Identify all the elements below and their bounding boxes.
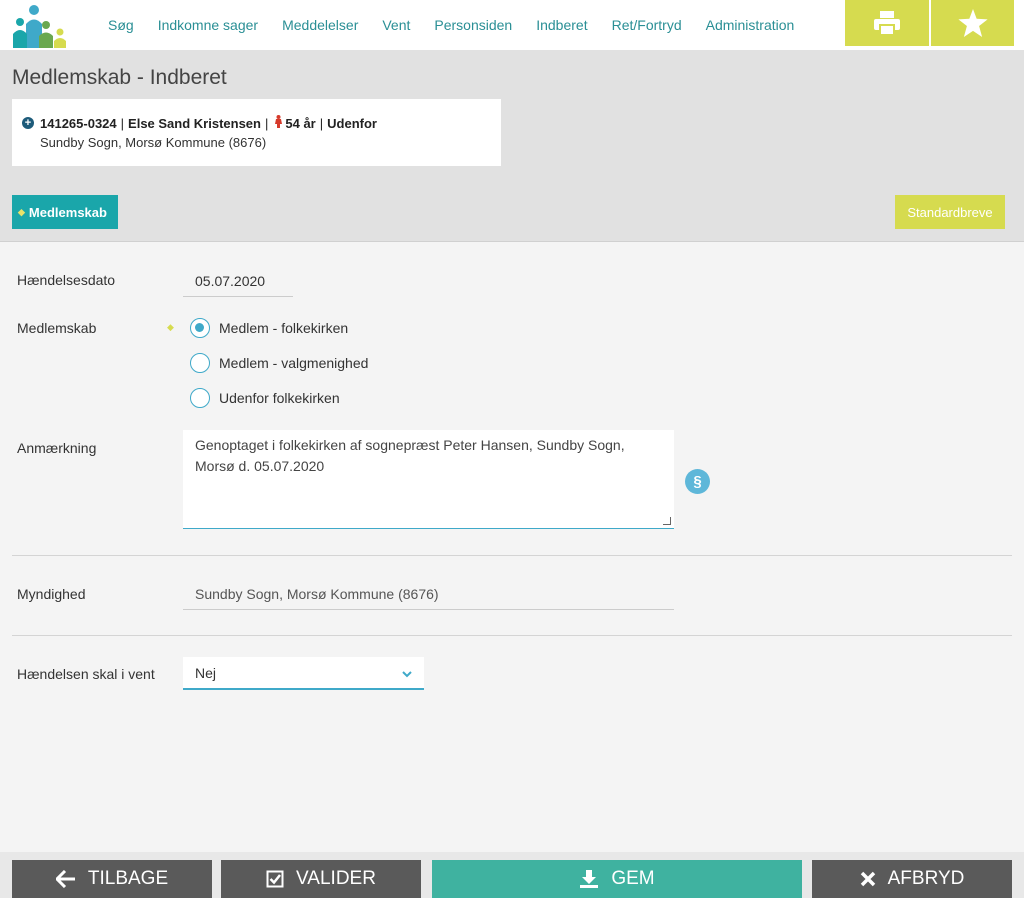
nav-item-ret-fortryd[interactable]: Ret/Fortryd <box>612 17 682 33</box>
radio-button[interactable] <box>190 353 210 373</box>
divider <box>12 635 1012 636</box>
back-button[interactable]: TILBAGE <box>12 860 212 898</box>
person-name: Else Sand Kristensen <box>128 115 261 131</box>
tab-medlemskab[interactable]: ◆ Medlemskab <box>12 195 118 229</box>
top-navigation-bar: Søg Indkomne sager Meddelelser Vent Pers… <box>0 0 1024 50</box>
download-icon <box>580 870 599 888</box>
standardbreve-button[interactable]: Standardbreve <box>895 195 1005 229</box>
person-status: Udenfor <box>327 115 377 131</box>
required-diamond-icon: ◆ <box>18 206 25 217</box>
app-logo[interactable] <box>10 4 68 48</box>
radio-medlem-valgmenighed[interactable]: Medlem - valgmenighed <box>190 353 368 373</box>
membership-label: Medlemskab <box>17 320 97 336</box>
chevron-down-icon <box>402 665 412 681</box>
checkbox-icon <box>266 870 284 888</box>
nav-item-indberet[interactable]: Indberet <box>536 17 587 33</box>
authority-field: Sundby Sogn, Morsø Kommune (8676) <box>183 580 674 610</box>
save-button[interactable]: GEM <box>432 860 802 898</box>
arrow-left-icon <box>55 870 75 888</box>
nav-item-personsiden[interactable]: Personsiden <box>434 17 512 33</box>
close-icon <box>860 871 875 887</box>
validate-button[interactable]: VALIDER <box>221 860 421 898</box>
note-textarea[interactable]: Genoptaget i folkekirken af sognepræst P… <box>183 430 674 529</box>
expand-plus-icon[interactable]: + <box>22 117 34 129</box>
date-label: Hændelsesdato <box>17 272 116 288</box>
nav-item-vent[interactable]: Vent <box>382 17 410 33</box>
print-button[interactable] <box>845 0 929 46</box>
star-icon <box>957 9 988 37</box>
date-field[interactable]: 05.07.2020 <box>183 268 293 297</box>
nav-item-sog[interactable]: Søg <box>108 17 134 33</box>
radio-button[interactable] <box>190 388 210 408</box>
action-bar: TILBAGE VALIDER GEM AFBRYD <box>0 852 1024 898</box>
wait-select[interactable]: Nej <box>183 657 424 690</box>
favorite-button[interactable] <box>931 0 1014 46</box>
printer-icon <box>874 11 900 36</box>
person-location: Sundby Sogn, Morsø Kommune (8676) <box>40 135 267 150</box>
note-label: Anmærkning <box>17 440 97 456</box>
paragraph-icon[interactable]: § <box>685 469 710 494</box>
cancel-button[interactable]: AFBRYD <box>812 860 1012 898</box>
required-diamond-icon: ◆ <box>167 322 174 332</box>
nav-item-administration[interactable]: Administration <box>706 17 795 33</box>
page-title: Medlemskab - Indberet <box>12 66 227 89</box>
nav-item-indkomne-sager[interactable]: Indkomne sager <box>158 17 258 33</box>
wait-label: Hændelsen skal i vent <box>17 666 155 682</box>
page-header: Medlemskab - Indberet + 141265-0324 | El… <box>0 50 1024 242</box>
person-age: 54 år <box>285 115 316 131</box>
divider <box>12 555 1012 556</box>
radio-udenfor-folkekirken[interactable]: Udenfor folkekirken <box>190 388 340 408</box>
person-card: + 141265-0324 | Else Sand Kristensen | 5… <box>12 99 501 166</box>
resize-handle-icon[interactable] <box>663 517 671 525</box>
authority-label: Myndighed <box>17 586 86 602</box>
person-cpr: 141265-0324 <box>40 115 117 131</box>
nav-item-meddelelser[interactable]: Meddelelser <box>282 17 358 33</box>
radio-medlem-folkekirken[interactable]: Medlem - folkekirken <box>190 318 348 338</box>
female-icon <box>275 115 283 131</box>
radio-button[interactable] <box>190 318 210 338</box>
main-nav: Søg Indkomne sager Meddelelser Vent Pers… <box>96 0 806 50</box>
